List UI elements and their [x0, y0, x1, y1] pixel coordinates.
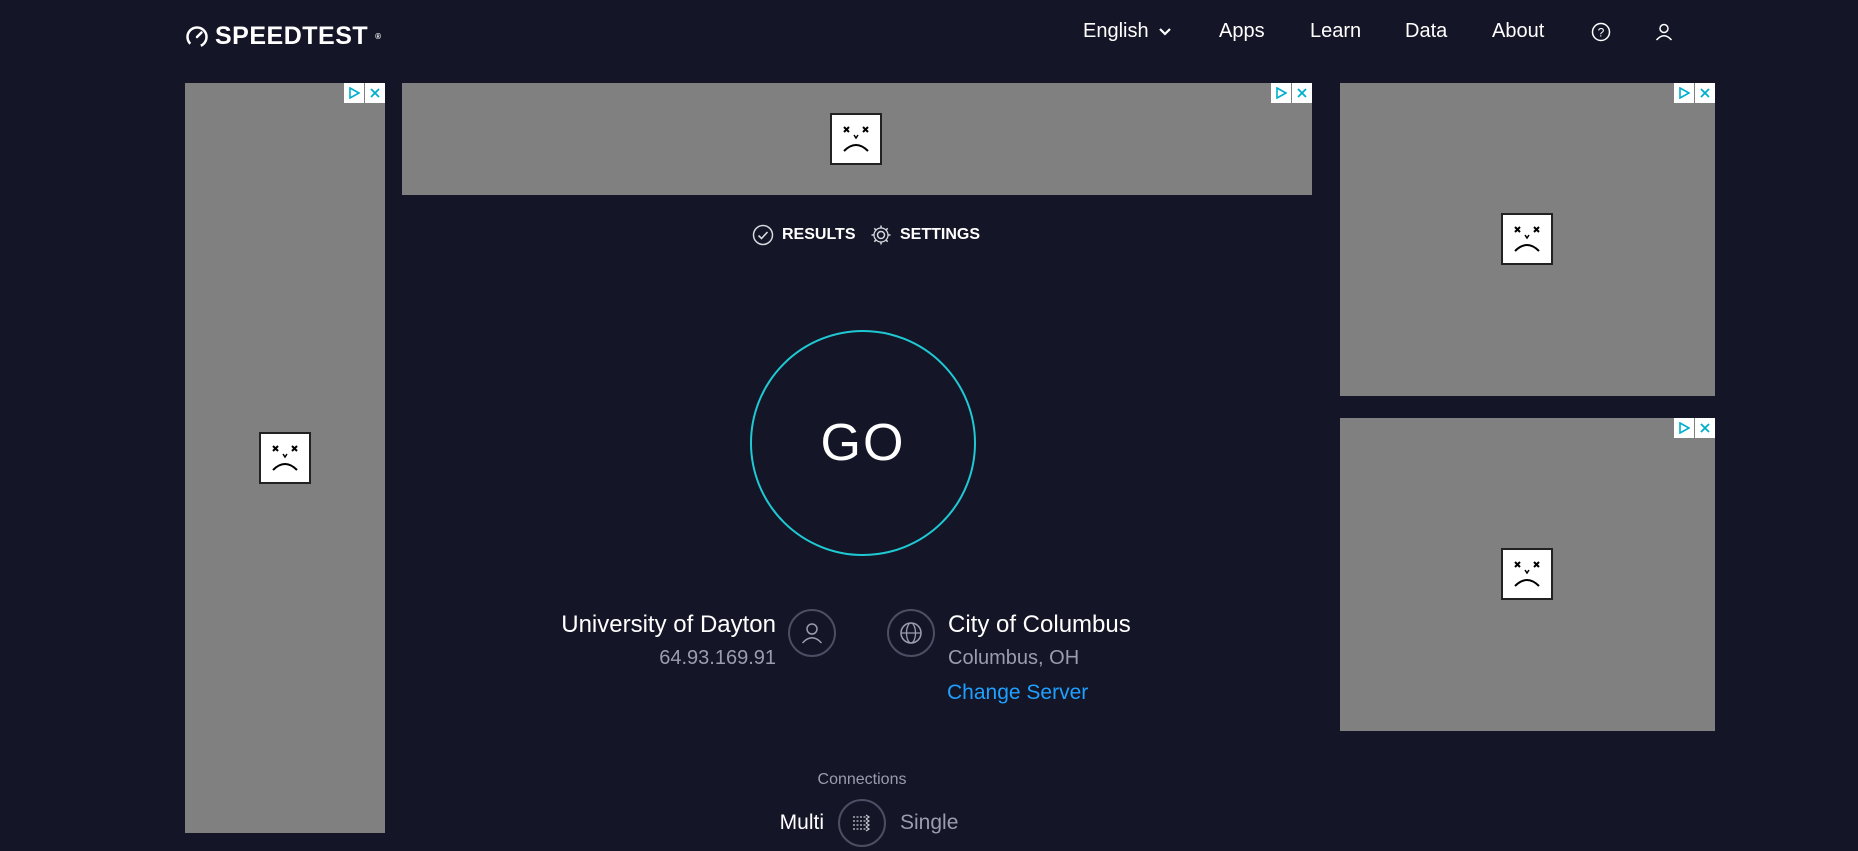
- ad-left-skyscraper[interactable]: [185, 83, 385, 833]
- change-server-link[interactable]: Change Server: [947, 681, 1088, 705]
- adchoices-icon[interactable]: [1271, 83, 1291, 103]
- ad-top-banner[interactable]: [402, 83, 1312, 195]
- nav-about[interactable]: About: [1492, 20, 1544, 43]
- tab-results-label: RESULTS: [782, 226, 856, 243]
- tab-settings[interactable]: SETTINGS: [870, 224, 980, 246]
- user-icon[interactable]: [1654, 22, 1674, 42]
- globe-icon: [887, 609, 935, 657]
- ad-right-top[interactable]: [1340, 83, 1715, 396]
- connections-label: Connections: [817, 771, 907, 788]
- speedometer-icon: [186, 25, 208, 48]
- broken-image-icon: [259, 432, 311, 484]
- gear-icon: [871, 225, 891, 245]
- adchoices-icon[interactable]: [1674, 418, 1694, 438]
- tab-results[interactable]: RESULTS: [752, 224, 855, 246]
- ad-badges: [1271, 83, 1312, 103]
- nav-data[interactable]: Data: [1405, 20, 1447, 43]
- go-button[interactable]: GO: [750, 330, 976, 556]
- logo-text: SPEEDTEST: [215, 22, 369, 50]
- isp-ip: 64.93.169.91: [659, 647, 776, 669]
- tab-settings-label: SETTINGS: [900, 226, 981, 243]
- nav-learn[interactable]: Learn: [1310, 20, 1361, 43]
- ad-badges: [1674, 418, 1715, 438]
- connections-toggle[interactable]: [838, 799, 886, 847]
- broken-image-icon: [1501, 548, 1553, 600]
- ad-right-bottom[interactable]: [1340, 418, 1715, 731]
- server-name: City of Columbus: [948, 611, 1131, 638]
- go-label: GO: [820, 414, 906, 472]
- speedtest-logo[interactable]: SPEEDTEST ®: [185, 22, 382, 51]
- close-icon[interactable]: [1292, 83, 1312, 103]
- connections-multi[interactable]: Multi: [780, 811, 824, 835]
- ad-badges: [344, 83, 385, 103]
- close-icon[interactable]: [1695, 83, 1715, 103]
- language-selector[interactable]: English: [1083, 20, 1172, 43]
- nav-apps[interactable]: Apps: [1219, 20, 1265, 43]
- logo-trademark: ®: [375, 32, 382, 41]
- isp-user-icon: [788, 609, 836, 657]
- check-circle-icon: [752, 224, 774, 246]
- help-icon[interactable]: ?: [1591, 22, 1611, 42]
- broken-image-icon: [1501, 213, 1553, 265]
- server-location: Columbus, OH: [948, 647, 1080, 669]
- adchoices-icon[interactable]: [1674, 83, 1694, 103]
- close-icon[interactable]: [365, 83, 385, 103]
- connections-icon: [853, 814, 871, 832]
- chevron-down-icon: [1159, 28, 1171, 36]
- adchoices-icon[interactable]: [344, 83, 364, 103]
- close-icon[interactable]: [1695, 418, 1715, 438]
- connections-single[interactable]: Single: [900, 811, 958, 835]
- language-label: English: [1083, 20, 1149, 42]
- svg-text:?: ?: [1598, 26, 1605, 40]
- ad-badges: [1674, 83, 1715, 103]
- broken-image-icon: [830, 113, 882, 165]
- isp-name: University of Dayton: [561, 611, 776, 638]
